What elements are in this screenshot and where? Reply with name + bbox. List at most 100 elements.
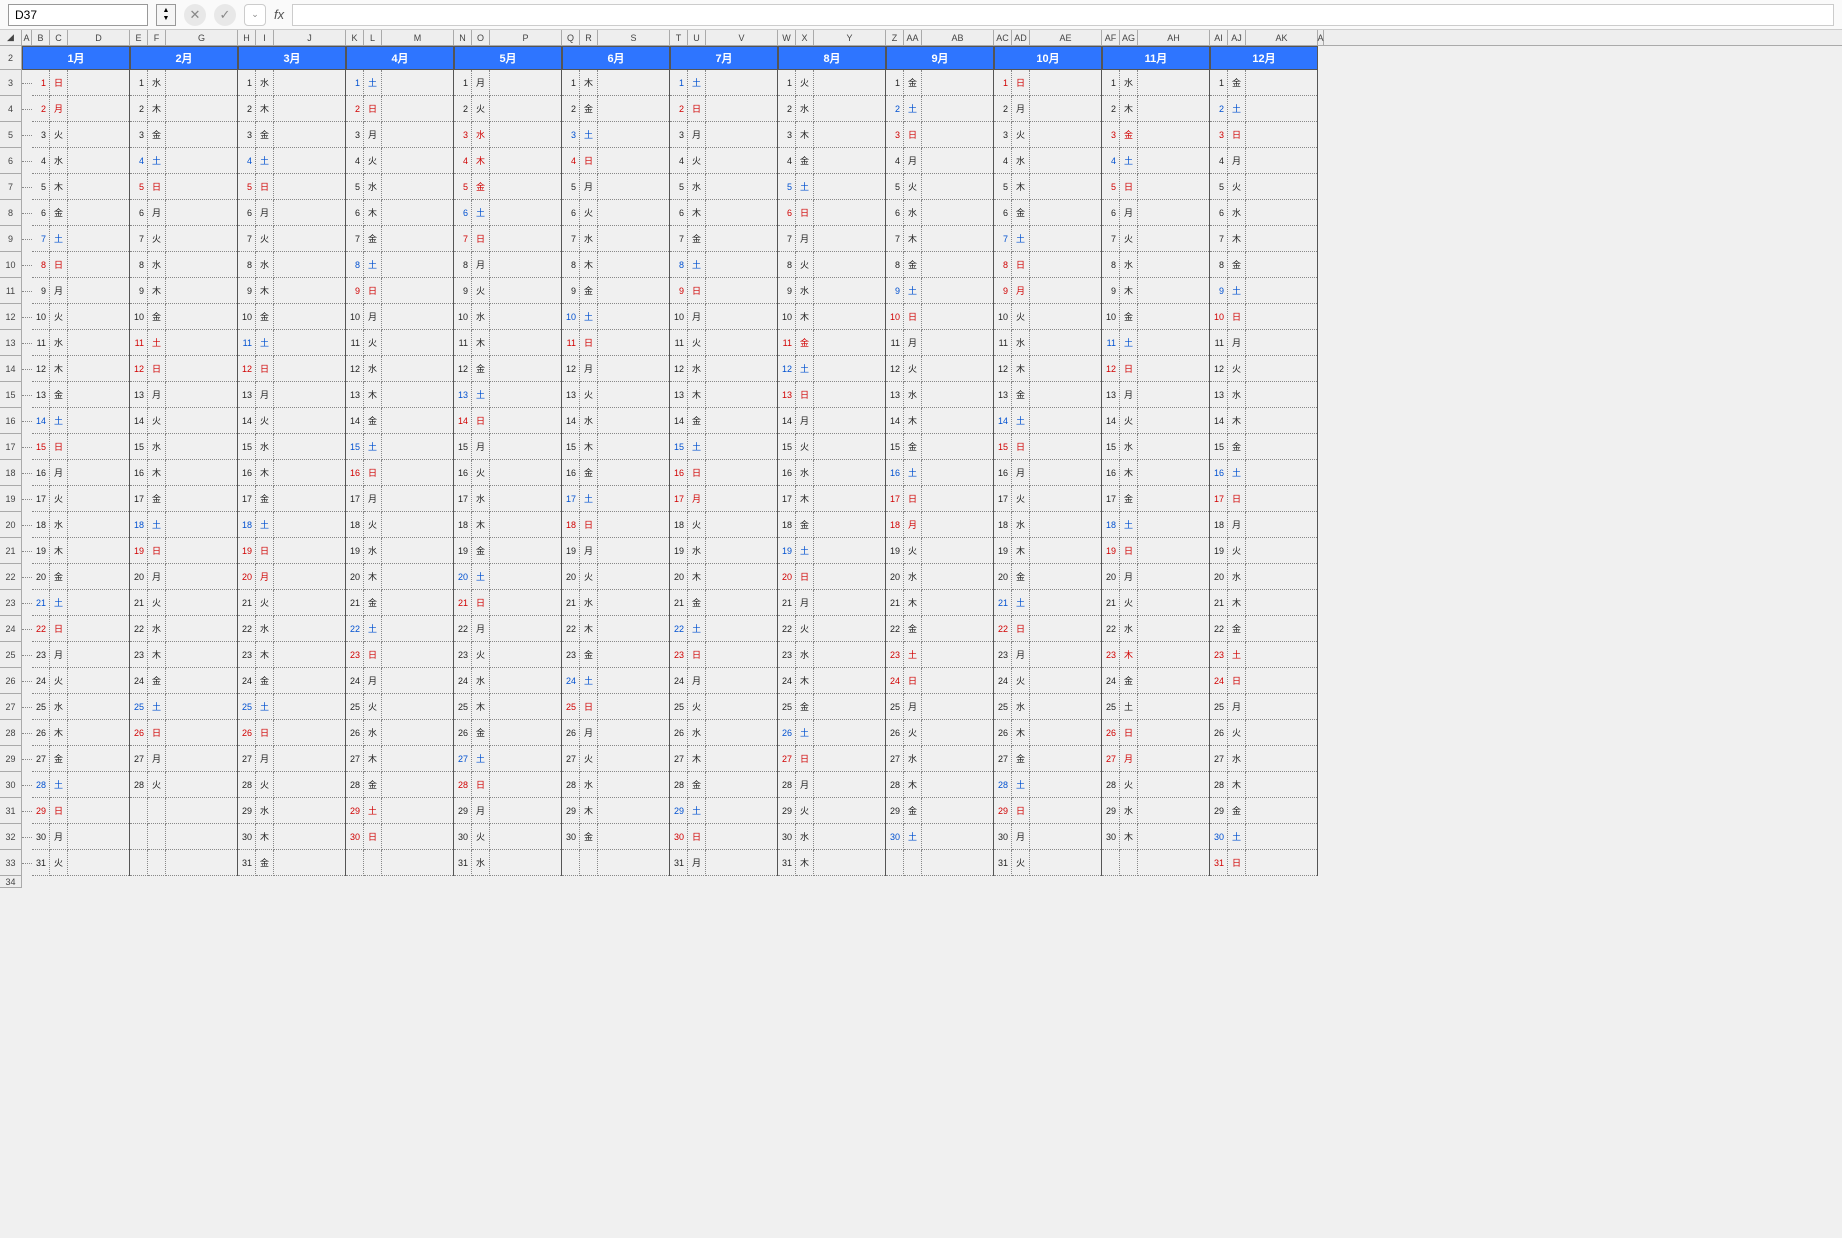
- day-note[interactable]: [68, 798, 129, 824]
- row-header[interactable]: 27: [0, 694, 22, 720]
- day-note[interactable]: [706, 434, 777, 460]
- calendar-cell[interactable]: 23金: [562, 642, 670, 668]
- calendar-cell[interactable]: 25土: [238, 694, 346, 720]
- day-note[interactable]: [598, 694, 669, 720]
- day-note[interactable]: [1030, 434, 1101, 460]
- day-note[interactable]: [598, 330, 669, 356]
- calendar-cell[interactable]: 19日: [130, 538, 238, 564]
- day-note[interactable]: [706, 850, 777, 876]
- day-note[interactable]: [490, 96, 561, 122]
- day-note[interactable]: [68, 278, 129, 304]
- calendar-cell[interactable]: 3月: [670, 122, 778, 148]
- day-note[interactable]: [1246, 382, 1317, 408]
- calendar-cell[interactable]: 29木: [562, 798, 670, 824]
- calendar-cell[interactable]: 16火: [454, 460, 562, 486]
- calendar-cell[interactable]: [130, 850, 238, 876]
- column-header[interactable]: R: [580, 30, 598, 45]
- day-note[interactable]: [68, 512, 129, 538]
- calendar-cell[interactable]: 14金: [346, 408, 454, 434]
- day-note[interactable]: [166, 330, 237, 356]
- calendar-cell[interactable]: 11水: [22, 330, 130, 356]
- calendar-cell[interactable]: 30木: [238, 824, 346, 850]
- calendar-cell[interactable]: 13金: [22, 382, 130, 408]
- calendar-cell[interactable]: 7土: [994, 226, 1102, 252]
- day-note[interactable]: [1030, 252, 1101, 278]
- day-note[interactable]: [598, 96, 669, 122]
- day-note[interactable]: [598, 304, 669, 330]
- day-note[interactable]: [598, 174, 669, 200]
- calendar-cell[interactable]: 14土: [994, 408, 1102, 434]
- calendar-cell[interactable]: 24日: [1210, 668, 1318, 694]
- day-note[interactable]: [1138, 174, 1209, 200]
- calendar-cell[interactable]: 12水: [346, 356, 454, 382]
- calendar-cell[interactable]: 20日: [778, 564, 886, 590]
- day-note[interactable]: [166, 226, 237, 252]
- calendar-cell[interactable]: 4土: [130, 148, 238, 174]
- row-header[interactable]: 7: [0, 174, 22, 200]
- day-note[interactable]: [598, 408, 669, 434]
- day-note[interactable]: [922, 252, 993, 278]
- day-note[interactable]: [490, 642, 561, 668]
- day-note[interactable]: [1246, 772, 1317, 798]
- day-note[interactable]: [814, 70, 885, 96]
- day-note[interactable]: [68, 304, 129, 330]
- day-note[interactable]: [68, 694, 129, 720]
- calendar-cell[interactable]: 24木: [778, 668, 886, 694]
- calendar-cell[interactable]: 15火: [778, 434, 886, 460]
- calendar-cell[interactable]: 2土: [1210, 96, 1318, 122]
- row-header[interactable]: 17: [0, 434, 22, 460]
- calendar-cell[interactable]: 9土: [886, 278, 994, 304]
- calendar-cell[interactable]: 30金: [562, 824, 670, 850]
- calendar-cell[interactable]: 6木: [346, 200, 454, 226]
- day-note[interactable]: [1030, 824, 1101, 850]
- calendar-cell[interactable]: 29火: [778, 798, 886, 824]
- day-note[interactable]: [922, 382, 993, 408]
- row-header[interactable]: 2: [0, 46, 22, 70]
- calendar-cell[interactable]: 20金: [22, 564, 130, 590]
- day-note[interactable]: [706, 668, 777, 694]
- day-note[interactable]: [1030, 694, 1101, 720]
- calendar-cell[interactable]: 29水: [1102, 798, 1210, 824]
- column-header[interactable]: Z: [886, 30, 904, 45]
- calendar-cell[interactable]: 7火: [238, 226, 346, 252]
- calendar-cell[interactable]: 22土: [346, 616, 454, 642]
- calendar-cell[interactable]: 6金: [22, 200, 130, 226]
- day-note[interactable]: [814, 538, 885, 564]
- calendar-cell[interactable]: 7土: [22, 226, 130, 252]
- calendar-cell[interactable]: 10火: [994, 304, 1102, 330]
- day-note[interactable]: [922, 746, 993, 772]
- row-header[interactable]: 20: [0, 512, 22, 538]
- calendar-cell[interactable]: 2水: [778, 96, 886, 122]
- day-note[interactable]: [706, 564, 777, 590]
- day-note[interactable]: [274, 642, 345, 668]
- day-note[interactable]: [274, 486, 345, 512]
- day-note[interactable]: [1030, 70, 1101, 96]
- calendar-cell[interactable]: 3金: [238, 122, 346, 148]
- calendar-cell[interactable]: 28木: [1210, 772, 1318, 798]
- day-note[interactable]: [1030, 304, 1101, 330]
- day-note[interactable]: [706, 122, 777, 148]
- day-note[interactable]: [490, 356, 561, 382]
- day-note[interactable]: [382, 642, 453, 668]
- calendar-cell[interactable]: 31火: [994, 850, 1102, 876]
- calendar-cell[interactable]: 15土: [670, 434, 778, 460]
- row-header[interactable]: 10: [0, 252, 22, 278]
- calendar-cell[interactable]: 30日: [346, 824, 454, 850]
- day-note[interactable]: [166, 824, 237, 850]
- day-note[interactable]: [706, 512, 777, 538]
- day-note[interactable]: [922, 226, 993, 252]
- calendar-cell[interactable]: 28金: [670, 772, 778, 798]
- day-note[interactable]: [1246, 642, 1317, 668]
- calendar-cell[interactable]: 2日: [670, 96, 778, 122]
- row-header[interactable]: 6: [0, 148, 22, 174]
- day-note[interactable]: [706, 694, 777, 720]
- day-note[interactable]: [274, 460, 345, 486]
- calendar-cell[interactable]: 10日: [886, 304, 994, 330]
- day-note[interactable]: [1246, 408, 1317, 434]
- calendar-cell[interactable]: 23土: [1210, 642, 1318, 668]
- row-header[interactable]: 12: [0, 304, 22, 330]
- calendar-cell[interactable]: 25木: [454, 694, 562, 720]
- day-note[interactable]: [1138, 850, 1209, 876]
- day-note[interactable]: [1030, 200, 1101, 226]
- day-note[interactable]: [382, 460, 453, 486]
